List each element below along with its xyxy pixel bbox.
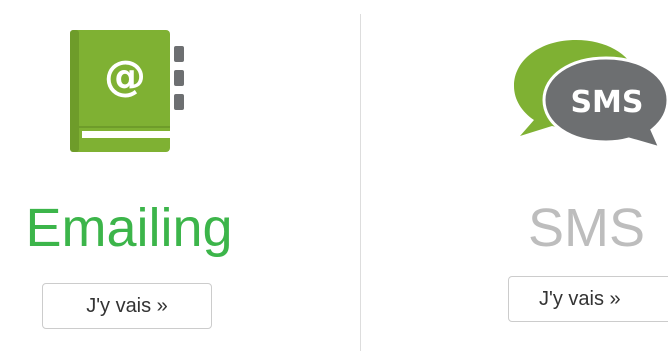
address-book-icon: @ (70, 30, 184, 152)
sms-go-button[interactable]: J'y vais » (508, 276, 668, 322)
emailing-go-button[interactable]: J'y vais » (42, 283, 212, 329)
services-page: @ Emailing J'y vais » SMS SMS J'y vais » (0, 0, 668, 351)
emailing-title: Emailing (25, 198, 233, 258)
at-sign-glyph: @ (104, 51, 146, 100)
column-divider (360, 14, 361, 351)
sms-icon-text: SMS (570, 85, 643, 120)
sms-title: SMS (528, 198, 646, 258)
sms-chat-bubbles-icon: SMS (514, 40, 668, 148)
